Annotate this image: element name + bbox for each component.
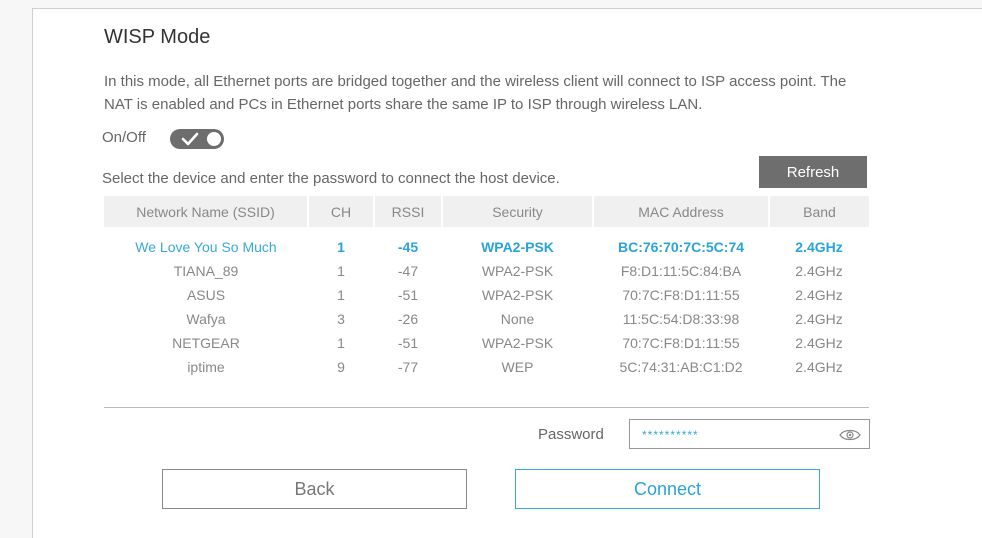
mode-description: In this mode, all Ethernet ports are bri…	[104, 73, 847, 113]
cell-band: 2.4GHz	[795, 263, 843, 279]
cell-security: WPA2-PSK	[481, 263, 554, 279]
table-row[interactable]: TIANA_89 1 -47 WPA2-PSK F8:D1:11:5C:84:B…	[104, 259, 869, 283]
cell-band: 2.4GHz	[795, 287, 843, 303]
page-title: WISP Mode	[104, 26, 211, 48]
cell-mac: 70:7C:F8:D1:11:55	[622, 287, 740, 303]
cell-ch: 1	[337, 239, 345, 255]
password-label: Password	[538, 426, 604, 443]
cell-mac: BC:76:70:7C:5C:74	[617, 239, 745, 255]
refresh-button[interactable]: Refresh	[759, 156, 867, 188]
password-field-box	[629, 419, 870, 449]
cell-ssid: Wafya	[186, 311, 226, 327]
cell-mac: 11:5C:54:D8:33:98	[622, 311, 740, 327]
check-icon	[181, 132, 199, 146]
cell-mac: F8:D1:11:5C:84:BA	[620, 263, 742, 279]
cell-ch: 1	[337, 287, 345, 303]
col-header-mac: MAC Address	[592, 196, 769, 227]
cell-mac: 70:7C:F8:D1:11:55	[622, 335, 740, 351]
cell-rssi: -45	[397, 239, 419, 255]
toggle-knob	[207, 132, 221, 146]
table-row[interactable]: We Love You So Much 1 -45 WPA2-PSK BC:76…	[104, 227, 869, 259]
connect-button[interactable]: Connect	[515, 469, 820, 509]
table-row[interactable]: ASUS 1 -51 WPA2-PSK 70:7C:F8:D1:11:55 2.…	[104, 283, 869, 307]
cell-band: 2.4GHz	[795, 335, 843, 351]
cell-security: WEP	[501, 359, 534, 375]
back-button[interactable]: Back	[162, 469, 467, 509]
cell-mac: 5C:74:31:AB:C1:D2	[619, 359, 743, 375]
cell-rssi: -51	[397, 335, 419, 351]
cell-ch: 1	[337, 335, 345, 351]
cell-ssid: NETGEAR	[172, 335, 240, 351]
cell-ssid: We Love You So Much	[135, 239, 277, 255]
table-row[interactable]: NETGEAR 1 -51 WPA2-PSK 70:7C:F8:D1:11:55…	[104, 331, 869, 355]
wisp-toggle[interactable]	[170, 129, 224, 149]
cell-security: WPA2-PSK	[481, 287, 554, 303]
network-table: Network Name (SSID) CH RSSI Security MAC…	[104, 196, 869, 379]
cell-ch: 1	[337, 263, 345, 279]
col-header-rssi: RSSI	[373, 196, 442, 227]
cell-rssi: -26	[397, 311, 419, 327]
cell-ssid: ASUS	[186, 287, 226, 303]
cell-rssi: -77	[397, 359, 419, 375]
col-header-ssid: Network Name (SSID)	[104, 196, 308, 227]
col-header-band: Band	[768, 196, 869, 227]
table-row[interactable]: Wafya 3 -26 None 11:5C:54:D8:33:98 2.4GH…	[104, 307, 869, 331]
table-row[interactable]: iptime 9 -77 WEP 5C:74:31:AB:C1:D2 2.4GH…	[104, 355, 869, 379]
table-divider	[104, 407, 869, 408]
cell-ch: 3	[337, 311, 345, 327]
cell-security: WPA2-PSK	[481, 335, 554, 351]
cell-band: 2.4GHz	[795, 359, 843, 375]
cell-band: 2.4GHz	[795, 239, 843, 255]
cell-security: None	[500, 311, 535, 327]
cell-security: WPA2-PSK	[481, 239, 554, 255]
cell-ssid: TIANA_89	[173, 263, 239, 279]
cell-rssi: -47	[397, 263, 419, 279]
cell-band: 2.4GHz	[795, 311, 843, 327]
cell-rssi: -51	[397, 287, 419, 303]
cell-ch: 9	[337, 359, 345, 375]
col-header-ch: CH	[307, 196, 374, 227]
password-input[interactable]	[640, 424, 834, 446]
col-header-security: Security	[441, 196, 593, 227]
table-header: Network Name (SSID) CH RSSI Security MAC…	[104, 196, 869, 227]
eye-icon[interactable]	[839, 428, 861, 442]
cell-ssid: iptime	[187, 359, 225, 375]
instruction-text: Select the device and enter the password…	[102, 170, 560, 187]
onoff-label: On/Off	[102, 129, 146, 146]
